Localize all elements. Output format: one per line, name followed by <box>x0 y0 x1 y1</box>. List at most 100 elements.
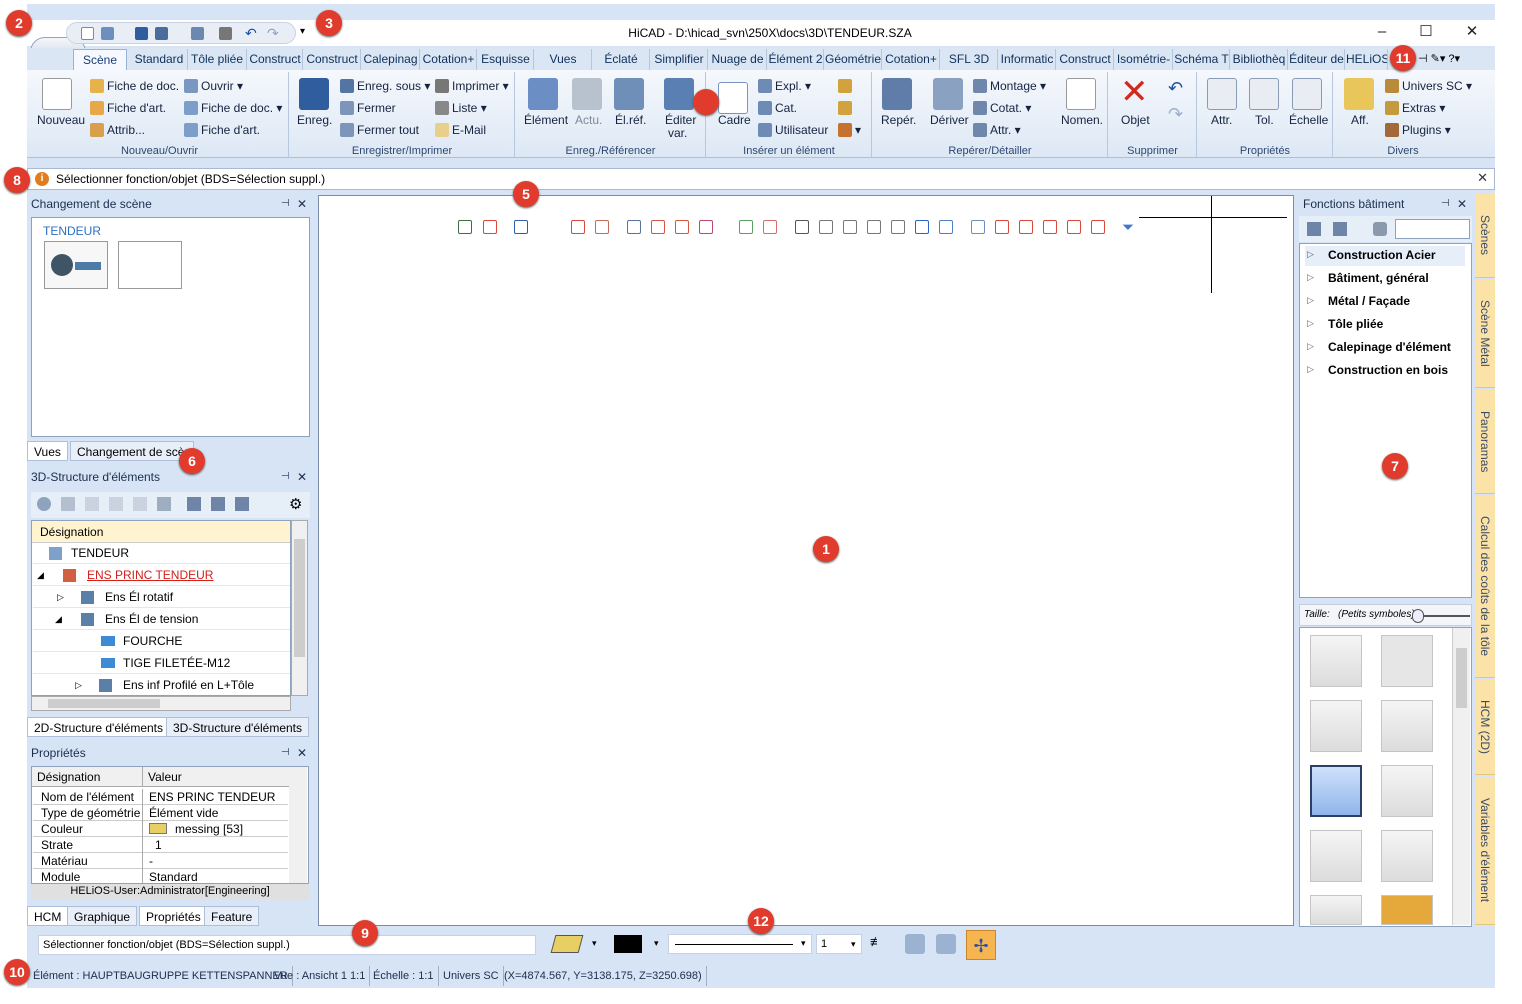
expand-arrow-icon[interactable]: ▷ <box>57 587 64 608</box>
tab-vues[interactable]: Vues <box>27 441 68 461</box>
tab-0[interactable]: Scène <box>73 49 127 70</box>
scene-thumbnail-1[interactable] <box>44 241 108 289</box>
expl-button[interactable]: Expl. ▾ <box>758 79 811 93</box>
steel-symbol-5[interactable] <box>1310 765 1362 817</box>
steel-symbol-7[interactable] <box>1310 830 1362 882</box>
tab-16[interactable]: Informatic <box>999 49 1056 70</box>
fermer-tout-button[interactable]: Fermer tout <box>340 123 419 137</box>
expand-arrow-icon[interactable]: ▷ <box>75 675 82 696</box>
building-item[interactable]: ▷ Bâtiment, général <box>1305 269 1465 289</box>
insert-extra-1-icon[interactable] <box>838 79 855 93</box>
univers-button[interactable]: Univers SC ▾ <box>1385 79 1472 93</box>
tab-proprietes[interactable]: Propriétés <box>139 906 208 926</box>
tab-11[interactable]: Nuage de <box>709 49 767 70</box>
redo-icon[interactable]: ↷ <box>267 26 280 40</box>
tree-row-ens-princ[interactable]: ◢ ENS PRINC TENDEUR <box>33 565 290 586</box>
tree-horizontal-scrollbar[interactable] <box>31 696 291 711</box>
command-prompt-input[interactable]: Sélectionner fonction/objet (BDS=Sélecti… <box>38 935 536 955</box>
tab-3[interactable]: Construct <box>248 49 303 70</box>
actu-button[interactable]: Actu. <box>575 113 602 127</box>
close-panel-icon[interactable]: ✕ <box>297 194 307 214</box>
tab-17[interactable]: Construct <box>1057 49 1114 70</box>
dropdown-arrow-icon[interactable]: ▾ <box>654 938 659 949</box>
fiche-doc-button[interactable]: Fiche de doc. <box>90 79 179 93</box>
extras-button[interactable]: Extras ▾ <box>1385 101 1445 115</box>
line-style-select[interactable]: ▾ <box>668 934 812 954</box>
maximize-button[interactable]: ☐ <box>1414 22 1438 42</box>
fiche-art-open-button[interactable]: Fiche d'art. <box>184 123 260 137</box>
cadre-button[interactable]: Cadre <box>718 113 751 127</box>
fiche-doc-open-button[interactable]: Fiche de doc. ▾ <box>184 101 282 115</box>
shade-red-icon[interactable] <box>763 220 777 234</box>
new-document-icon[interactable] <box>42 78 72 110</box>
scene-thumbnail-2[interactable] <box>118 241 182 289</box>
property-row[interactable]: Module Standard <box>33 869 288 885</box>
deriver-icon[interactable] <box>933 78 963 110</box>
undo-icon[interactable]: ↶ <box>245 26 258 40</box>
side-tab[interactable]: Scènes <box>1475 194 1495 278</box>
edit-variant-icon[interactable] <box>664 78 694 110</box>
undo-delete-icon[interactable]: ↶ <box>1168 78 1183 99</box>
cat-button[interactable]: Cat. <box>758 101 797 115</box>
tab-22[interactable]: HELiOS <box>1346 49 1388 70</box>
settings-gear-icon[interactable]: ⚙ <box>289 495 302 513</box>
tab-20[interactable]: Bibliothèq <box>1231 49 1288 70</box>
tree-row-ens-tension[interactable]: ◢ Ens Él de tension <box>33 609 290 630</box>
paste-icon[interactable] <box>109 497 123 511</box>
open-file-icon[interactable] <box>101 27 114 40</box>
steel-symbol-1[interactable] <box>1310 635 1362 687</box>
delete-x-icon[interactable]: ✕ <box>1120 74 1149 110</box>
building-item[interactable]: ▷ Métal / Façade <box>1305 292 1465 312</box>
nouveau-button[interactable]: Nouveau <box>37 113 85 127</box>
insert-extra-2-icon[interactable] <box>838 101 855 115</box>
sort-desc-icon[interactable] <box>1333 222 1347 236</box>
filter-icon[interactable]: ⏷ <box>1122 219 1134 236</box>
collapse-arrow-icon[interactable]: ◢ <box>37 565 44 586</box>
zoom-fit-icon[interactable] <box>699 220 713 234</box>
elref-button[interactable]: Él.réf. <box>615 113 646 127</box>
side-tab[interactable]: HCM (2D) <box>1475 680 1495 775</box>
surface-color-swatch[interactable] <box>550 935 584 953</box>
tab-changement-scene[interactable]: Changement de scène <box>70 441 194 461</box>
steel-symbol-4[interactable] <box>1381 700 1433 752</box>
close-panel-icon[interactable]: ✕ <box>297 467 307 487</box>
side-tab[interactable]: Variables d'élément <box>1475 777 1495 925</box>
nomenclature-icon[interactable] <box>1066 78 1096 110</box>
fiche-art-button[interactable]: Fiche d'art. <box>90 101 166 115</box>
montage-button[interactable]: Montage ▾ <box>973 79 1046 93</box>
tab-4[interactable]: Construct <box>304 49 361 70</box>
reper-icon[interactable] <box>882 78 912 110</box>
element-button[interactable]: Élément <box>524 113 568 127</box>
property-row[interactable]: Couleur messing [53] <box>33 821 288 837</box>
dropdown-arrow-icon[interactable]: ▾ <box>592 938 597 949</box>
tab-8[interactable]: Vues <box>535 49 592 70</box>
tab-2d-structure[interactable]: 2D-Structure d'éléments <box>27 717 171 737</box>
hidden-line-2-icon[interactable] <box>891 220 905 234</box>
red-cube-3-icon[interactable] <box>1043 220 1057 234</box>
zoom-out-icon[interactable] <box>675 220 689 234</box>
print-icon[interactable] <box>219 27 232 40</box>
tree-row-ens-rotatif[interactable]: ▷ Ens Él rotatif <box>33 587 290 608</box>
render-icon[interactable] <box>971 220 985 234</box>
cotat-button[interactable]: Cotat. ▾ <box>973 101 1031 115</box>
steel-symbol-8[interactable] <box>1381 830 1433 882</box>
link-icon[interactable] <box>571 220 585 234</box>
pin-icon[interactable]: ⊣ <box>281 743 290 763</box>
sort-icon[interactable] <box>1307 222 1321 236</box>
email-button[interactable]: E-Mail <box>435 123 486 137</box>
unlink-icon[interactable] <box>595 220 609 234</box>
attr-button[interactable]: Attr. ▾ <box>973 123 1021 137</box>
expand-arrow-icon[interactable]: ▷ <box>1307 364 1314 375</box>
insert-extra-3-icon[interactable]: ▾ <box>838 123 861 137</box>
pin-icon[interactable]: ⊣ <box>281 194 290 214</box>
tab-12[interactable]: Élément 2 <box>768 49 824 70</box>
side-tab[interactable]: Calcul des coûts de la tôle <box>1475 496 1495 678</box>
tab-hcm[interactable]: HCM <box>27 906 69 926</box>
save-as-icon[interactable] <box>155 27 168 40</box>
steel-symbol-10[interactable] <box>1381 895 1433 925</box>
pin-ribbon-icon[interactable]: ⊣ ✎▾ ?▾ <box>1418 52 1460 65</box>
tolerance-icon[interactable] <box>1249 78 1279 110</box>
drawing-canvas[interactable] <box>318 195 1294 926</box>
wireframe-icon[interactable] <box>795 220 809 234</box>
close-panel-icon[interactable]: ✕ <box>297 743 307 763</box>
